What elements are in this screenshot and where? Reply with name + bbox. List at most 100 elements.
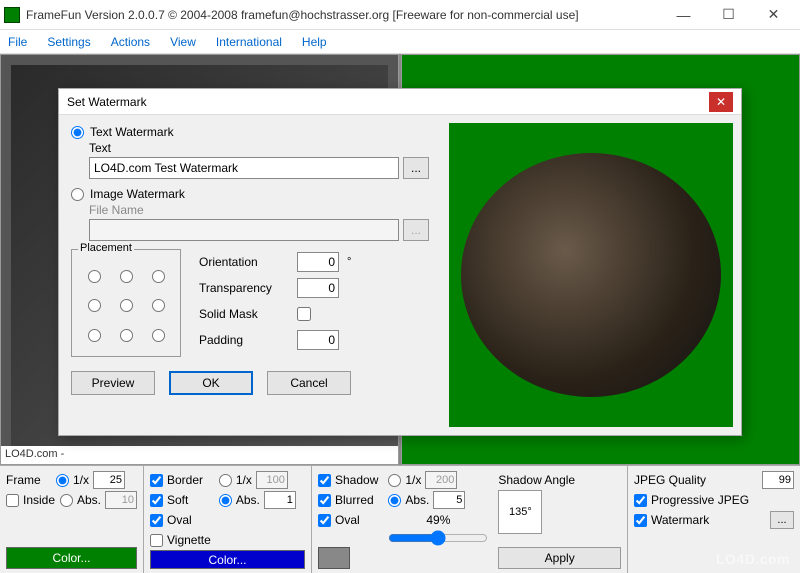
frame-abs-label: Abs.	[77, 493, 101, 507]
border-checkbox[interactable]	[150, 474, 163, 487]
solidmask-checkbox[interactable]	[297, 307, 311, 321]
watermark-browse-button[interactable]: ...	[770, 511, 794, 529]
filename-input	[89, 219, 399, 241]
border-1x-radio[interactable]	[219, 474, 232, 487]
shadow-1x-label: 1/x	[405, 473, 421, 487]
dialog-close-button[interactable]: ✕	[709, 92, 733, 112]
placement-bc[interactable]	[120, 329, 133, 342]
soft-label: Soft	[167, 493, 188, 507]
frame-abs-radio[interactable]	[60, 494, 73, 507]
placement-bl[interactable]	[88, 329, 101, 342]
shadow-color-swatch[interactable]	[318, 547, 350, 569]
jpeg-quality-label: JPEG Quality	[634, 473, 758, 487]
shadow-slider[interactable]	[388, 530, 488, 546]
frame-1x-radio[interactable]	[56, 474, 69, 487]
watermark-checkbox[interactable]	[634, 514, 647, 527]
ok-button[interactable]: OK	[169, 371, 253, 395]
solidmask-label: Solid Mask	[199, 307, 289, 321]
maximize-button[interactable]: ☐	[706, 1, 751, 29]
oval-checkbox[interactable]	[150, 514, 163, 527]
shadow-angle-box[interactable]: 135°	[498, 490, 542, 534]
vignette-checkbox[interactable]	[150, 534, 163, 547]
frame-abs-input	[105, 491, 137, 509]
menu-actions[interactable]: Actions	[111, 35, 150, 49]
border-color-button[interactable]: Color...	[150, 550, 305, 569]
border-1x-label: 1/x	[236, 473, 252, 487]
placement-tc[interactable]	[120, 270, 133, 283]
cancel-button[interactable]: Cancel	[267, 371, 351, 395]
shadow-label: Shadow	[335, 473, 378, 487]
inside-label: Inside	[23, 493, 56, 507]
shadow-percent: 49%	[426, 513, 450, 527]
soft-checkbox[interactable]	[150, 494, 163, 507]
apply-button[interactable]: Apply	[498, 547, 621, 569]
progressive-checkbox[interactable]	[634, 494, 647, 507]
preview-image-ellipse	[461, 153, 721, 397]
menu-international[interactable]: International	[216, 35, 282, 49]
text-label: Text	[89, 141, 429, 155]
status-bar-left: LO4D.com -	[1, 446, 398, 464]
window-title: FrameFun Version 2.0.0.7 © 2004-2008 fra…	[26, 8, 661, 22]
text-browse-button[interactable]: ...	[403, 157, 429, 179]
image-watermark-label: Image Watermark	[90, 187, 185, 201]
preview-button[interactable]: Preview	[71, 371, 155, 395]
border-abs-input[interactable]	[264, 491, 296, 509]
border-1x-input	[256, 471, 288, 489]
watermark-text-input[interactable]	[89, 157, 399, 179]
image-watermark-radio[interactable]	[71, 188, 84, 201]
shadow-abs-radio[interactable]	[388, 494, 401, 507]
placement-ml[interactable]	[88, 299, 101, 312]
shadow-angle-label: Shadow Angle	[498, 473, 575, 487]
text-watermark-label: Text Watermark	[90, 125, 174, 139]
placement-mr[interactable]	[152, 299, 165, 312]
blurred-label: Blurred	[335, 493, 374, 507]
frame-1x-input[interactable]	[93, 471, 125, 489]
shadow-abs-label: Abs.	[405, 493, 429, 507]
filename-label: File Name	[89, 203, 429, 217]
progressive-label: Progressive JPEG	[651, 493, 749, 507]
watermark-preview	[449, 123, 733, 427]
border-abs-label: Abs.	[236, 493, 260, 507]
shadow-oval-label: Oval	[335, 513, 360, 527]
vignette-label: Vignette	[167, 533, 211, 547]
placement-br[interactable]	[152, 329, 165, 342]
padding-label: Padding	[199, 333, 289, 347]
minimize-button[interactable]: —	[661, 1, 706, 29]
frame-title: Frame	[6, 473, 52, 487]
shadow-oval-checkbox[interactable]	[318, 514, 331, 527]
shadow-abs-input[interactable]	[433, 491, 465, 509]
menu-file[interactable]: File	[8, 35, 27, 49]
placement-tl[interactable]	[88, 270, 101, 283]
frame-color-button[interactable]: Color...	[6, 547, 137, 569]
set-watermark-dialog: Set Watermark ✕ Text Watermark Text ... …	[58, 88, 742, 436]
placement-mc[interactable]	[120, 299, 133, 312]
menubar: File Settings Actions View International…	[0, 30, 800, 54]
inside-checkbox[interactable]	[6, 494, 19, 507]
jpeg-quality-input[interactable]	[762, 471, 794, 489]
orientation-label: Orientation	[199, 255, 289, 269]
watermark-label: Watermark	[651, 513, 766, 527]
dialog-title: Set Watermark	[67, 95, 709, 109]
border-abs-radio[interactable]	[219, 494, 232, 507]
menu-settings[interactable]: Settings	[47, 35, 90, 49]
menu-view[interactable]: View	[170, 35, 196, 49]
shadow-checkbox[interactable]	[318, 474, 331, 487]
oval-label: Oval	[167, 513, 192, 527]
blurred-checkbox[interactable]	[318, 494, 331, 507]
padding-input[interactable]	[297, 330, 339, 350]
placement-group: Placement	[71, 249, 181, 357]
menu-help[interactable]: Help	[302, 35, 327, 49]
text-watermark-radio[interactable]	[71, 126, 84, 139]
transparency-label: Transparency	[199, 281, 289, 295]
shadow-1x-input	[425, 471, 457, 489]
frame-1x-label: 1/x	[73, 473, 89, 487]
degree-symbol: °	[347, 256, 351, 268]
placement-tr[interactable]	[152, 270, 165, 283]
close-button[interactable]: ✕	[751, 1, 796, 29]
shadow-1x-radio[interactable]	[388, 474, 401, 487]
transparency-input[interactable]	[297, 278, 339, 298]
app-icon	[4, 7, 20, 23]
orientation-input[interactable]	[297, 252, 339, 272]
filename-browse-button: ...	[403, 219, 429, 241]
placement-label: Placement	[78, 242, 134, 254]
